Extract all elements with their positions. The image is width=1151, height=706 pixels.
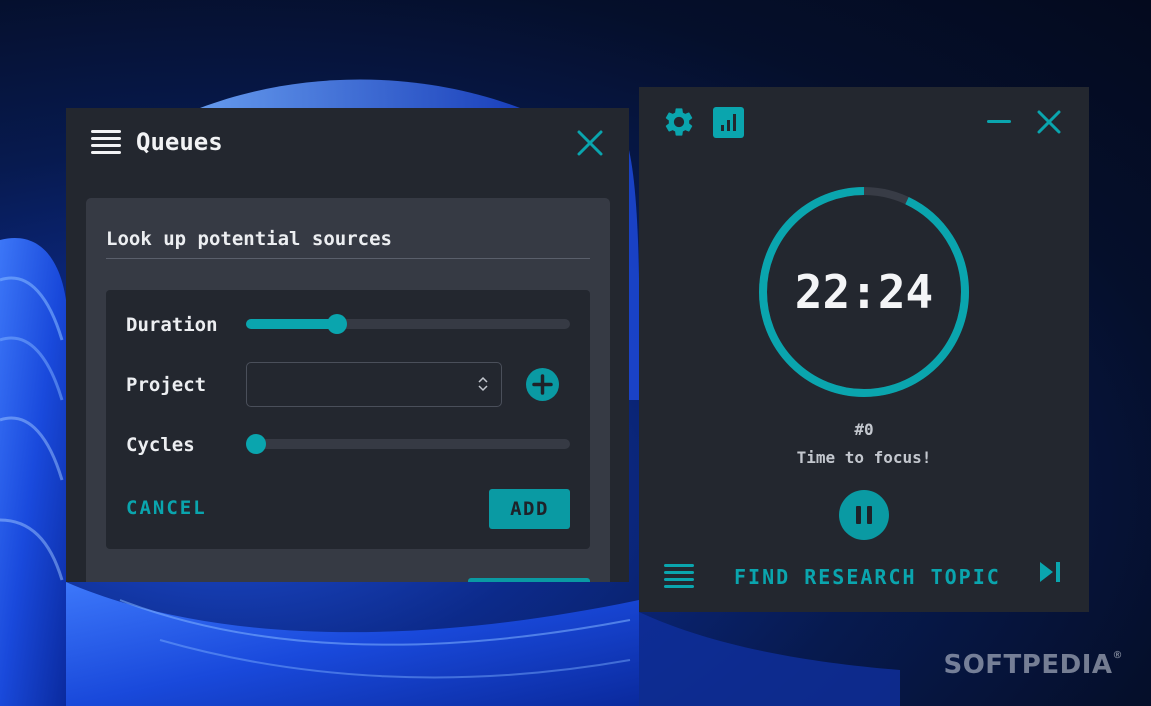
time-remaining: 22:24 <box>794 265 934 319</box>
bar-chart-icon[interactable] <box>713 107 744 138</box>
queues-title: Queues <box>136 128 223 156</box>
chevron-updown-icon <box>478 376 488 392</box>
skip-next-icon[interactable] <box>1038 560 1062 584</box>
add-button[interactable]: ADD <box>489 489 570 529</box>
queues-window: Queues Look up potential sources Duratio… <box>66 108 629 582</box>
cycles-slider-thumb[interactable] <box>246 434 266 454</box>
close-icon[interactable] <box>1037 110 1061 134</box>
cycles-label: Cycles <box>126 434 195 456</box>
gear-icon[interactable] <box>662 105 696 139</box>
duration-slider-fill <box>246 319 337 329</box>
pause-button[interactable] <box>839 490 889 540</box>
cancel-button[interactable]: CANCEL <box>126 497 207 519</box>
plus-icon <box>532 374 553 395</box>
minimize-icon[interactable] <box>987 120 1011 124</box>
status-text: Time to focus! <box>796 448 932 467</box>
divider <box>106 258 590 259</box>
project-select[interactable] <box>246 362 502 407</box>
close-icon[interactable] <box>577 130 603 156</box>
pause-icon-bar <box>867 506 872 524</box>
queue-list-icon[interactable] <box>664 564 694 590</box>
cycle-number: #0 <box>854 420 874 439</box>
queues-header: Queues <box>66 108 629 180</box>
queue-action-button[interactable] <box>468 578 590 582</box>
cycles-slider[interactable] <box>246 434 570 454</box>
duration-label: Duration <box>126 314 218 336</box>
timer-window: 22:24 #0 Time to focus! FIND RESEARCH TO… <box>639 87 1089 612</box>
queue-list-icon <box>91 130 121 156</box>
queue-task-card: Look up potential sources Duration Proje… <box>86 198 610 582</box>
duration-slider[interactable] <box>246 314 570 334</box>
task-settings-form: Duration Project Cycles CANCEL ADD <box>106 290 590 549</box>
task-name[interactable]: Look up potential sources <box>106 228 392 250</box>
current-task-title[interactable]: FIND RESEARCH TOPIC <box>734 565 1001 589</box>
pause-icon <box>856 506 861 524</box>
project-label: Project <box>126 374 207 396</box>
duration-slider-thumb[interactable] <box>326 314 347 334</box>
softpedia-watermark: SOFTPEDIA® <box>943 650 1123 680</box>
add-project-button[interactable] <box>526 368 559 401</box>
